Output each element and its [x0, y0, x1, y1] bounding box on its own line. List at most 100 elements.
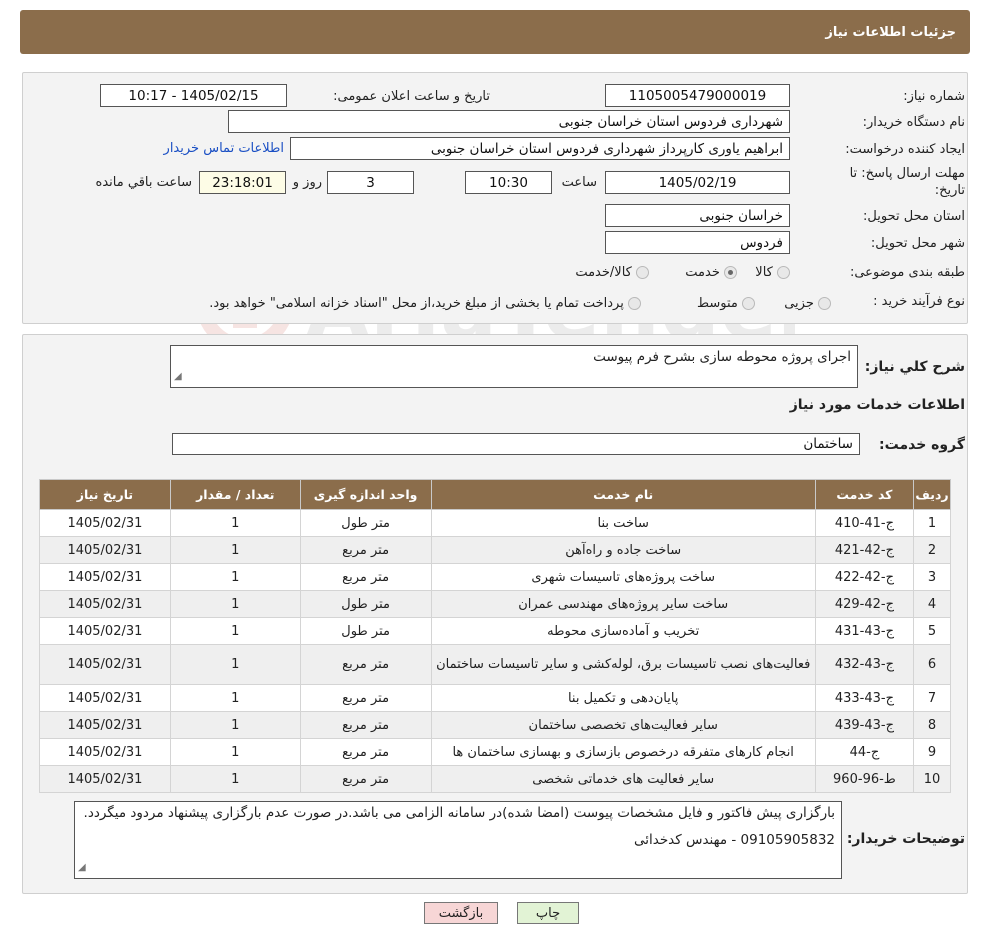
radio-minor-icon[interactable] [818, 297, 831, 310]
deadline-date-field: 1405/02/19 [605, 171, 790, 194]
need-number-label: شماره نیاز: [903, 89, 965, 104]
table-row: 2 ج-42-421 ساخت جاده و راه‌آهن متر مربع 1 140… [39, 536, 951, 564]
city-field: فردوس [605, 231, 790, 254]
cell-service-name: سایر فعالیت‌های تخصصی ساختمان [430, 711, 816, 739]
col-name-header: نام خدمت [430, 479, 816, 510]
table-row: 7 ج-43-433 پایان‌دهی و تکمیل بنا متر مربع 1 1… [39, 684, 951, 712]
table-row: 6 ج-43-432 فعالیت‌های نصب تاسیسات برق، لول… [39, 644, 951, 685]
cell-row-number: 8 [913, 711, 951, 739]
table-row: 8 ج-43-439 سایر فعالیت‌های تخصصی ساختمان مت… [39, 711, 951, 739]
province-field: خراسان جنوبی [605, 204, 790, 227]
requester-label: ایجاد کننده درخواست: [845, 142, 965, 157]
process-option-minor[interactable]: جزیی [784, 296, 831, 311]
page-header: جزئیات اطلاعات نیاز [20, 10, 970, 54]
resize-grip-icon[interactable]: ◢ [174, 368, 182, 385]
cell-row-number: 6 [913, 644, 951, 685]
cell-row-number: 9 [913, 738, 951, 766]
radio-goods-icon[interactable] [777, 266, 790, 279]
deadline-time-label: ساعت [561, 175, 597, 190]
cell-quantity: 1 [169, 509, 301, 537]
cell-service-code: ج-42-421 [814, 536, 915, 564]
cell-unit: متر مربع [299, 738, 432, 766]
cell-row-number: 7 [913, 684, 951, 712]
category-option-goods-service[interactable]: کالا/خدمت [575, 265, 649, 280]
services-panel: شرح کلي نياز: اجرای پروژه محوطه سازی بشر… [22, 334, 968, 894]
deadline-time-field: 10:30 [465, 171, 552, 194]
process-option-medium[interactable]: متوسط [697, 296, 755, 311]
cell-service-name: ساخت بنا [430, 509, 816, 537]
buyer-contact-link[interactable]: اطلاعات تماس خریدار [164, 141, 284, 156]
cell-row-number: 10 [913, 765, 951, 793]
cell-unit: متر مربع [299, 563, 432, 591]
days-field: 3 [327, 171, 414, 194]
cell-service-code: ج-43-433 [814, 684, 915, 712]
radio-service-icon[interactable] [724, 266, 737, 279]
cell-need-date: 1405/02/31 [39, 644, 171, 685]
table-row: 10 ط-96-960 سایر فعالیت های خدماتی شخصی متر… [39, 765, 951, 793]
details-panel: شماره نیاز: 1105005479000019 تاریخ و ساع… [22, 72, 968, 324]
radio-medium-icon[interactable] [742, 297, 755, 310]
announce-label: تاریخ و ساعت اعلان عمومی: [333, 89, 490, 104]
cell-service-code: ج-43-431 [814, 617, 915, 645]
cell-service-code: ج-43-439 [814, 711, 915, 739]
cell-quantity: 1 [169, 536, 301, 564]
cell-need-date: 1405/02/31 [39, 509, 171, 537]
print-button[interactable]: چاپ [517, 902, 579, 924]
process-label: نوع فرآیند خرید : [873, 294, 965, 309]
service-group-field: ساختمان [172, 433, 860, 455]
cell-need-date: 1405/02/31 [39, 738, 171, 766]
cell-unit: متر مربع [299, 644, 432, 685]
cell-quantity: 1 [169, 738, 301, 766]
table-row: 9 ج-44 انجام کارهای متفرقه درخصوص بازسازی … [39, 738, 951, 766]
cell-service-name: تخریب و آماده‌سازی محوطه [430, 617, 816, 645]
cell-service-code: ج-43-432 [814, 644, 915, 685]
table-row: 4 ج-42-429 ساخت سایر پروژه‌های مهندسی عمرا… [39, 590, 951, 618]
page-title: جزئیات اطلاعات نیاز [825, 24, 956, 40]
cell-service-code: ج-42-429 [814, 590, 915, 618]
buyer-org-field: شهرداری فردوس استان خراسان جنوبی [228, 110, 790, 133]
cell-unit: متر مربع [299, 711, 432, 739]
col-date-header: تاریخ نیاز [39, 479, 171, 510]
cell-need-date: 1405/02/31 [39, 563, 171, 591]
province-label: استان محل تحویل: [863, 209, 965, 224]
table-row: 1 ج-41-410 ساخت بنا متر طول 1 1405/02/31 [39, 509, 951, 537]
table-row: 3 ج-42-422 ساخت پروژه‌های تاسیسات شهری متر … [39, 563, 951, 591]
cell-need-date: 1405/02/31 [39, 765, 171, 793]
cell-row-number: 4 [913, 590, 951, 618]
cell-quantity: 1 [169, 644, 301, 685]
cell-service-name: پایان‌دهی و تکمیل بنا [430, 684, 816, 712]
back-button[interactable]: بازگشت [424, 902, 498, 924]
col-code-header: کد خدمت [814, 479, 915, 510]
days-label: روز و [292, 175, 322, 190]
table-header-row: رديف کد خدمت نام خدمت واحد اندازه گیری ت… [39, 479, 951, 510]
cell-quantity: 1 [169, 590, 301, 618]
radio-treasury-icon[interactable] [628, 297, 641, 310]
cell-quantity: 1 [169, 563, 301, 591]
cell-service-name: انجام کارهای متفرقه درخصوص بازسازی و بهس… [430, 738, 816, 766]
cell-unit: متر مربع [299, 765, 432, 793]
cell-service-name: فعالیت‌های نصب تاسیسات برق، لوله‌کشی و س… [430, 644, 816, 685]
summary-field[interactable]: اجرای پروژه محوطه سازی بشرح فرم پیوست ◢ [170, 345, 858, 388]
cell-quantity: 1 [169, 617, 301, 645]
process-payment-option[interactable]: پرداخت تمام یا بخشی از مبلغ خرید،از محل … [209, 296, 641, 311]
need-number-field: 1105005479000019 [605, 84, 790, 107]
category-option-goods[interactable]: کالا [755, 265, 790, 280]
buyer-notes-field[interactable]: بارگزاری پیش فاکتور و فایل مشخصات پیوست … [74, 801, 842, 879]
service-group-label: گروه خدمت: [879, 437, 965, 453]
cell-row-number: 2 [913, 536, 951, 564]
cell-service-name: ساخت جاده و راه‌آهن [430, 536, 816, 564]
cell-quantity: 1 [169, 765, 301, 793]
cell-unit: متر مربع [299, 684, 432, 712]
buyer-org-label: نام دستگاه خریدار: [862, 115, 965, 130]
remaining-time-field: 23:18:01 [199, 171, 286, 194]
radio-goods-service-icon[interactable] [636, 266, 649, 279]
resize-grip-icon[interactable]: ◢ [78, 859, 86, 876]
category-label: طبقه بندی موضوعی: [849, 265, 965, 280]
category-option-service[interactable]: خدمت [685, 265, 737, 280]
cell-service-code: ط-96-960 [814, 765, 915, 793]
table-row: 5 ج-43-431 تخریب و آماده‌سازی محوطه متر طول… [39, 617, 951, 645]
col-qty-header: تعداد / مقدار [169, 479, 301, 510]
cell-service-code: ج-42-422 [814, 563, 915, 591]
cell-row-number: 1 [913, 509, 951, 537]
deadline-label: مهلت ارسال پاسخ: تا تاریخ: [849, 166, 965, 198]
